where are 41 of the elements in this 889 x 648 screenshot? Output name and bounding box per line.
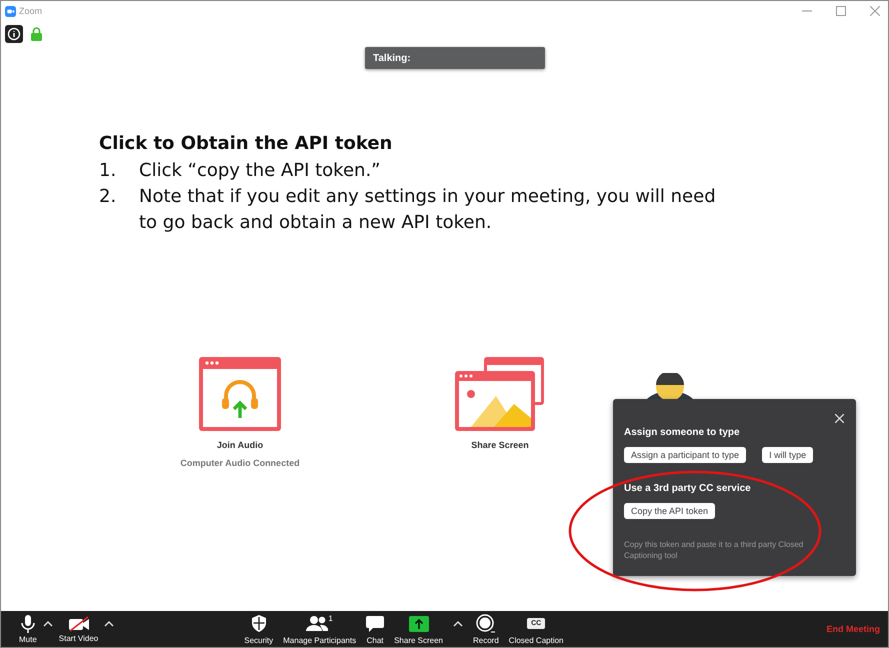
talking-indicator: Talking: [365, 47, 545, 69]
video-off-icon[interactable] [68, 616, 90, 632]
caret-icon[interactable] [104, 621, 114, 627]
image-windows-icon[interactable] [454, 356, 546, 432]
option-button[interactable]: Assign a participant to type [624, 447, 746, 463]
step-text: Click “copy the API token.” [139, 159, 380, 183]
toolbar-label[interactable]: Mute [19, 634, 37, 644]
people-icon[interactable] [306, 616, 328, 631]
option-button[interactable]: I will type [762, 447, 814, 463]
camera-icon [5, 6, 16, 16]
info-icon[interactable] [5, 25, 23, 43]
step-text: Note that if you edit any settings in your meeting, you will need to go back and obtain a new API token. [139, 185, 717, 235]
tile-label[interactable]: Join Audio [216, 440, 264, 450]
toolbar-label[interactable]: Chat [366, 636, 384, 644]
step-number: 2. [99, 185, 118, 209]
toolbar-label[interactable]: Closed Caption [508, 636, 564, 644]
copy-token-button[interactable]: Copy the API token [624, 503, 716, 519]
instruction-heading: Click to Obtain the API token [99, 133, 394, 154]
hint-text: Copy this token and paste it to a third party Closed Captioning tool [624, 539, 804, 561]
toolbar-label[interactable]: Start Video [58, 634, 98, 642]
caret-icon[interactable] [453, 621, 463, 627]
shield-icon[interactable] [252, 615, 266, 632]
step-number: 1. [99, 159, 118, 183]
end-meeting-button[interactable]: End Meeting [826, 624, 880, 634]
window-title: Zoom [19, 6, 42, 16]
toolbar-label[interactable]: Manage Participants [283, 636, 356, 644]
share-screen-icon[interactable] [408, 616, 429, 632]
toolbar-label[interactable]: Share Screen [394, 636, 443, 644]
maximize-icon[interactable] [836, 6, 846, 16]
section-heading: Assign someone to type [624, 427, 741, 438]
microphone-icon[interactable] [20, 614, 35, 632]
tile-label[interactable]: Share Screen [471, 440, 529, 450]
headphones-window-icon[interactable] [198, 356, 282, 432]
record-icon[interactable] [476, 614, 496, 634]
toolbar-label[interactable]: Record [473, 636, 499, 644]
participant-count: 1 [328, 614, 333, 622]
toolbar-label[interactable]: Security [244, 636, 274, 644]
chat-icon[interactable] [366, 616, 384, 632]
audio-status: Computer Audio Connected [180, 458, 300, 468]
section-heading: Use a 3rd party CC service [624, 483, 752, 494]
caret-icon[interactable] [42, 621, 53, 627]
